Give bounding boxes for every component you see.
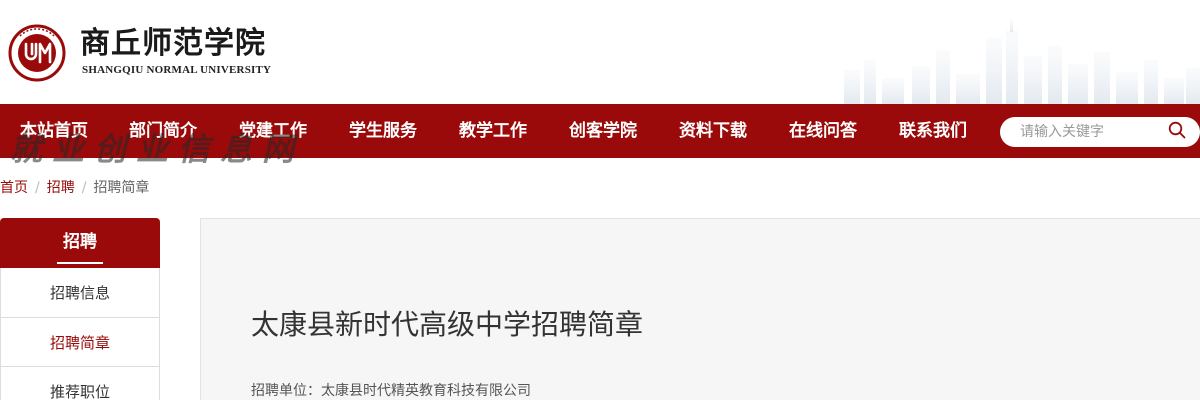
breadcrumb-separator: /: [35, 180, 40, 196]
sidebar-item-recommended-jobs[interactable]: 推荐职位: [0, 366, 160, 400]
article-meta-employer: 招聘单位：太康县时代精英教育科技有限公司: [251, 383, 531, 399]
site-logo[interactable]: 商丘师范学院 SHANGQIU NORMAL UNIVERSITY: [8, 22, 272, 82]
main-navigation: 本站首页 部门简介 党建工作 学生服务 教学工作 创客学院 资料下载 在线问答 …: [0, 104, 1200, 158]
logo-english-name: SHANGQIU NORMAL UNIVERSITY: [82, 64, 272, 76]
sidebar-item-recruitment-info[interactable]: 招聘信息: [0, 268, 160, 318]
sidebar: 招聘 招聘信息 招聘简章 推荐职位: [0, 218, 160, 400]
article-panel: 太康县新时代高级中学招聘简章 招聘单位：太康县时代精英教育科技有限公司: [200, 218, 1200, 400]
nav-item-contact[interactable]: 联系我们: [878, 104, 988, 158]
nav-item-teaching[interactable]: 教学工作: [438, 104, 548, 158]
breadcrumb-current: 招聘简章: [93, 180, 150, 196]
university-seal-icon: [8, 24, 66, 82]
logo-chinese-name: 商丘师范学院: [80, 26, 266, 61]
breadcrumb-home[interactable]: 首页: [0, 180, 28, 196]
nav-item-online-qa[interactable]: 在线问答: [768, 104, 878, 158]
breadcrumb: 首页 / 招聘 / 招聘简章: [0, 178, 149, 198]
article-title: 太康县新时代高级中学招聘简章: [251, 308, 644, 341]
search-input[interactable]: [1020, 117, 1170, 147]
breadcrumb-section[interactable]: 招聘: [47, 180, 75, 196]
sidebar-item-recruitment-brochure[interactable]: 招聘简章: [0, 317, 160, 367]
breadcrumb-separator: /: [81, 180, 87, 196]
nav-item-student-services[interactable]: 学生服务: [328, 104, 438, 158]
city-skyline-decoration: [844, 20, 1200, 104]
nav-item-department-intro[interactable]: 部门简介: [108, 104, 218, 158]
nav-item-home[interactable]: 本站首页: [0, 104, 108, 158]
nav-item-downloads[interactable]: 资料下载: [658, 104, 768, 158]
site-header: 商丘师范学院 SHANGQIU NORMAL UNIVERSITY: [0, 0, 1200, 104]
sidebar-title: 招聘: [0, 218, 160, 268]
nav-item-party-building[interactable]: 党建工作: [218, 104, 328, 158]
search-icon[interactable]: [1168, 121, 1186, 139]
nav-item-maker-college[interactable]: 创客学院: [548, 104, 658, 158]
